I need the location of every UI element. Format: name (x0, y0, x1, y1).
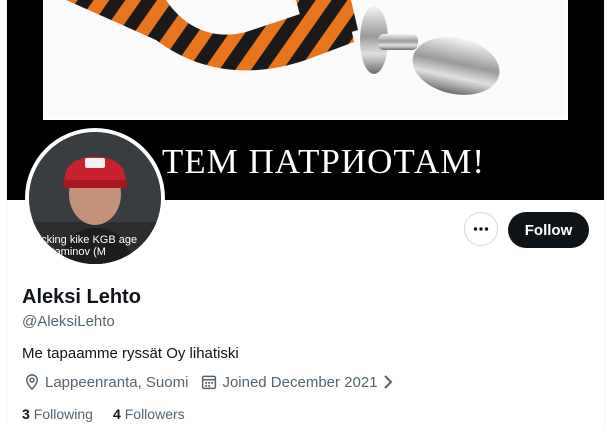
profile-handle: @AleksiLehto (22, 313, 115, 330)
location-text: Lappeenranta, Suomi (45, 373, 189, 391)
follow-button[interactable]: Follow (508, 212, 589, 248)
following-link[interactable]: 3 Following (22, 406, 93, 422)
profile-meta: Lappeenranta, Suomi Joined December 2021 (23, 373, 407, 391)
chevron-right-icon (383, 375, 392, 389)
more-options-button[interactable] (464, 212, 498, 246)
banner-photo (43, 0, 568, 120)
joined-text: Joined December 2021 (222, 373, 378, 391)
profile-stats: 3 Following 4 Followers (22, 406, 205, 422)
following-count: 3 (22, 406, 30, 422)
followers-count: 4 (112, 406, 121, 422)
calendar-icon (202, 375, 217, 390)
avatar[interactable]: ucking kike KGB age Ketaminov (M (29, 132, 161, 264)
profile-location: Lappeenranta, Suomi (23, 373, 188, 391)
profile-page: …ТЕМ ПАТРИОТАМ! ucking kike KGB age Keta… (6, 0, 605, 427)
profile-name: Aleksi Lehto (22, 286, 141, 308)
followers-link[interactable]: 4 Followers (113, 406, 185, 422)
profile-bio: Me tapaamme ryssät Oy lihatiski (22, 345, 239, 362)
profile-joined[interactable]: Joined December 2021 (200, 373, 394, 391)
more-horizontal-icon (473, 227, 489, 231)
location-pin-icon (25, 374, 39, 391)
followers-label: Followers (124, 406, 185, 422)
avatar-caption: ucking kike KGB age Ketaminov (M (35, 234, 138, 258)
banner-illustration (66, 0, 500, 95)
following-label: Following (33, 406, 93, 422)
